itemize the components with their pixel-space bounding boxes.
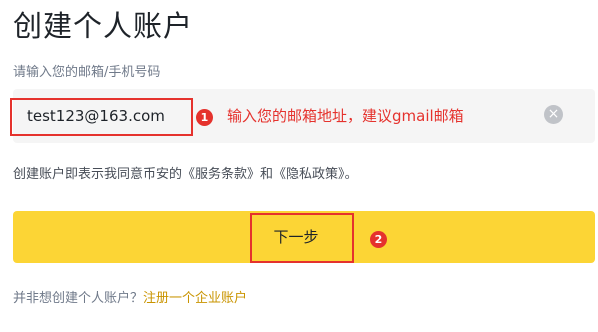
corporate-account-link[interactable]: 注册一个企业账户 [143, 291, 247, 306]
terms-middle: 和 [260, 167, 274, 182]
privacy-policy-link[interactable]: 《隐私政策》 [273, 167, 345, 182]
annotation-badge-step1: 1 [196, 109, 213, 126]
terms-of-service-link[interactable]: 《服务条款》 [182, 167, 260, 182]
clear-circle-icon[interactable]: × [544, 105, 563, 124]
terms-statement: 创建账户即表示我同意币安的《服务条款》和《隐私政策》。 [13, 166, 358, 184]
footer-question: 并非想创建个人账户？ [13, 291, 144, 306]
annotation-badge-step2: 2 [370, 231, 387, 248]
annotation-highlight-next [250, 213, 354, 263]
page-title: 创建个人账户 [13, 9, 194, 43]
terms-suffix: 。 [344, 167, 358, 182]
annotation-highlight-email [10, 98, 193, 136]
create-account-page: 创建个人账户 请输入您的邮箱/手机号码 test123@163.com × 1 … [0, 0, 598, 332]
terms-prefix: 创建账户即表示我同意币安的 [13, 167, 183, 182]
email-field-label: 请输入您的邮箱/手机号码 [13, 65, 161, 80]
footer-prompt: 并非想创建个人账户？注册一个企业账户 [13, 290, 247, 308]
annotation-text-step1: 输入您的邮箱地址，建议gmail邮箱 [227, 107, 464, 125]
